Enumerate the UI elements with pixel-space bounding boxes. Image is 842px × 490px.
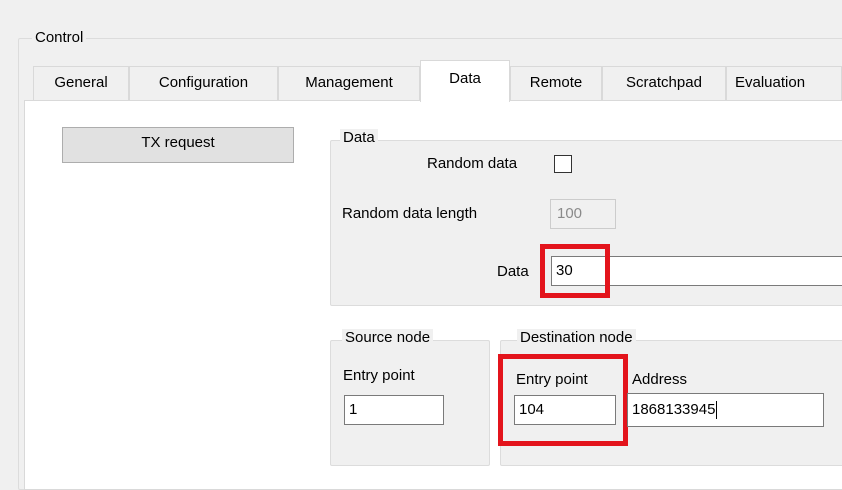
destination-entry-point-highlight: [498, 354, 628, 446]
random-data-checkbox[interactable]: [554, 155, 572, 173]
tx-request-button[interactable]: TX request: [62, 127, 294, 163]
random-data-length-field[interactable]: 100: [550, 199, 616, 229]
data-label: Data: [497, 263, 529, 280]
tab-general-label: General: [54, 74, 108, 91]
tab-scratchpad[interactable]: Scratchpad: [602, 66, 726, 100]
tab-evaluation[interactable]: Evaluation: [726, 66, 842, 100]
destination-address-field[interactable]: 1868133945: [627, 393, 824, 427]
destination-address-value: 1868133945: [632, 401, 716, 418]
data-field-highlight: [540, 244, 610, 298]
tab-management-label: Management: [305, 74, 393, 91]
tab-management[interactable]: Management: [278, 66, 420, 100]
source-entry-point-field[interactable]: 1: [344, 395, 444, 425]
destination-address-label: Address: [632, 371, 688, 388]
tab-configuration[interactable]: Configuration: [129, 66, 278, 100]
tab-configuration-label: Configuration: [158, 74, 249, 91]
tab-scratchpad-label: Scratchpad: [626, 74, 702, 91]
control-groupbox-title: Control: [32, 29, 87, 47]
random-data-label: Random data: [427, 155, 518, 172]
source-node-title: Source node: [342, 329, 434, 347]
random-data-length-label: Random data length: [342, 205, 478, 222]
destination-node-title: Destination node: [517, 329, 636, 347]
tab-general[interactable]: General: [33, 66, 129, 100]
tab-remote-label: Remote: [529, 74, 583, 91]
tx-request-label: TX request: [141, 134, 215, 151]
source-entry-point-label: Entry point: [343, 367, 415, 384]
text-caret: [716, 401, 718, 420]
tab-remote[interactable]: Remote: [510, 66, 602, 100]
data-groupbox-title: Data: [340, 129, 378, 147]
tab-data-label: Data: [449, 70, 481, 87]
tab-evaluation-label: Evaluation: [735, 74, 806, 91]
tab-data[interactable]: Data: [420, 60, 510, 102]
